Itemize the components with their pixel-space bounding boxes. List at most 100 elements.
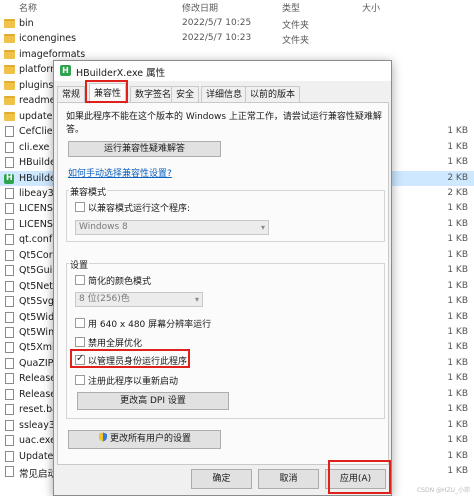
apply-button[interactable]: 应用(A) xyxy=(325,469,386,489)
tab-strip: 常规 兼容性 数字签名 安全 详细信息 以前的版本 xyxy=(57,83,389,104)
file-size: 1 KB xyxy=(447,388,468,399)
folder-icon xyxy=(4,80,15,90)
folder-icon xyxy=(4,65,15,75)
file-size: 1 KB xyxy=(447,357,468,368)
compat-os-select[interactable]: Windows 8 ▾ xyxy=(75,220,269,235)
res-640-label: 用 640 x 480 屏幕分辨率运行 xyxy=(88,320,212,330)
file-size: 1 KB xyxy=(447,265,468,276)
chevron-down-icon: ▾ xyxy=(194,295,199,304)
folder-icon xyxy=(4,49,15,59)
intro-text: 如果此程序不能在这个版本的 Windows 上正常工作，请尝试运行兼容性疑难解答… xyxy=(66,112,382,135)
file-name: update xyxy=(19,110,53,122)
file-name: uac.exe xyxy=(19,435,56,447)
file-name: QuaZIP. xyxy=(19,357,55,369)
file-row[interactable]: bin 2022/5/7 10:25 文件夹 xyxy=(0,16,474,31)
file-icon xyxy=(5,404,14,416)
tab-previous-versions[interactable]: 以前的版本 xyxy=(245,86,301,103)
file-size: 1 KB xyxy=(447,404,468,415)
compat-mode-checkbox[interactable] xyxy=(75,202,85,212)
file-size: 1 KB xyxy=(447,450,468,461)
file-name: HBuilde xyxy=(19,172,56,184)
file-type: 文件夹 xyxy=(282,36,310,47)
file-icon xyxy=(5,280,14,292)
dialog-title: HBuilderX.exe 属性 xyxy=(76,68,166,79)
reduced-color-checkbox[interactable] xyxy=(75,275,85,285)
file-icon xyxy=(5,357,14,369)
tab-details[interactable]: 详细信息 xyxy=(201,86,248,103)
file-icon xyxy=(5,234,14,246)
folder-icon xyxy=(4,34,15,44)
file-name: imageformats xyxy=(19,48,86,60)
run-troubleshooter-button[interactable]: 运行兼容性疑难解答 xyxy=(68,141,221,157)
folder-icon xyxy=(4,19,15,28)
file-size: 1 KB xyxy=(447,419,468,430)
file-size: 1 KB xyxy=(447,218,468,229)
disable-fullscreen-checkbox[interactable] xyxy=(75,337,85,347)
register-restart-checkbox[interactable] xyxy=(75,375,85,385)
file-size: 1 KB xyxy=(447,126,468,137)
file-icon xyxy=(5,342,14,354)
file-name: HBuilde xyxy=(19,157,56,169)
file-type: 文件夹 xyxy=(282,21,310,31)
file-size: 1 KB xyxy=(447,296,468,307)
file-name: Qt5Gui. xyxy=(19,265,56,277)
file-name: iconengines xyxy=(19,33,77,45)
file-size: 1 KB xyxy=(447,280,468,291)
file-size: 1 KB xyxy=(447,311,468,322)
column-type[interactable]: 类型 xyxy=(282,1,300,14)
file-icon xyxy=(5,327,14,338)
file-size: 1 KB xyxy=(447,249,468,260)
ok-button[interactable]: 确定 xyxy=(191,469,252,489)
file-name: 常见启动 xyxy=(19,469,58,481)
file-size: 1 KB xyxy=(447,203,468,214)
hbuilder-app-icon: H xyxy=(60,65,71,76)
register-restart-label: 注册此程序以重新启动 xyxy=(88,377,179,387)
column-size[interactable]: 大小 xyxy=(362,1,380,14)
file-size: 2 KB xyxy=(447,172,468,183)
settings-label: 设置 xyxy=(69,258,90,271)
tab-compatibility[interactable]: 兼容性 xyxy=(89,83,127,104)
file-size: 2 KB xyxy=(447,187,468,198)
file-name: Release xyxy=(19,373,57,385)
color-depth-select[interactable]: 8 位(256)色 ▾ xyxy=(75,292,203,307)
compat-os-value: Windows 8 xyxy=(79,222,128,232)
column-date[interactable]: 修改日期 xyxy=(182,1,218,14)
file-icon xyxy=(5,126,14,138)
file-date: 2022/5/7 10:25 xyxy=(182,18,252,28)
file-size: 1 KB xyxy=(447,373,468,384)
file-name: plugins xyxy=(19,79,54,91)
change-dpi-button[interactable]: 更改高 DPI 设置 xyxy=(77,392,229,410)
compat-mode-label: 兼容模式 xyxy=(69,185,108,198)
color-depth-value: 8 位(256)色 xyxy=(79,294,130,304)
file-size: 1 KB xyxy=(447,234,468,245)
file-size: 1 KB xyxy=(447,157,468,168)
reduced-color-label: 简化的颜色模式 xyxy=(88,277,152,287)
file-icon xyxy=(5,419,14,431)
file-date: 2022/5/7 10:23 xyxy=(182,33,252,44)
run-as-admin-checkbox[interactable] xyxy=(75,353,85,365)
tab-digital-signatures[interactable]: 数字签名 xyxy=(130,86,177,103)
file-row[interactable]: iconengines 2022/5/7 10:23 文件夹 xyxy=(0,31,474,46)
file-icon xyxy=(5,450,14,462)
run-as-admin-label: 以管理员身份运行此程序 xyxy=(88,357,188,367)
cancel-button[interactable]: 取消 xyxy=(258,469,319,489)
tab-general[interactable]: 常规 xyxy=(57,86,86,103)
file-size: 1 KB xyxy=(447,435,468,446)
file-icon xyxy=(5,141,14,153)
file-icon xyxy=(5,435,14,447)
file-name: qt.conf xyxy=(19,234,53,246)
file-size: 1 KB xyxy=(447,466,468,477)
tab-security[interactable]: 安全 xyxy=(171,86,200,103)
file-name: bin xyxy=(19,18,34,29)
file-icon xyxy=(5,249,14,261)
change-all-users-button[interactable]: 更改所有用户的设置 xyxy=(68,430,221,449)
file-icon xyxy=(5,311,14,323)
file-name: Qt5Svg. xyxy=(19,296,57,308)
column-name[interactable]: 名称 xyxy=(19,1,37,14)
manual-compat-link[interactable]: 如何手动选择兼容性设置? xyxy=(68,166,172,179)
file-icon xyxy=(5,203,14,215)
file-icon xyxy=(5,466,14,478)
change-all-users-label: 更改所有用户的设置 xyxy=(109,434,191,444)
res-640-checkbox[interactable] xyxy=(75,318,85,328)
dialog-titlebar[interactable]: H HBuilderX.exe 属性 xyxy=(54,61,391,81)
